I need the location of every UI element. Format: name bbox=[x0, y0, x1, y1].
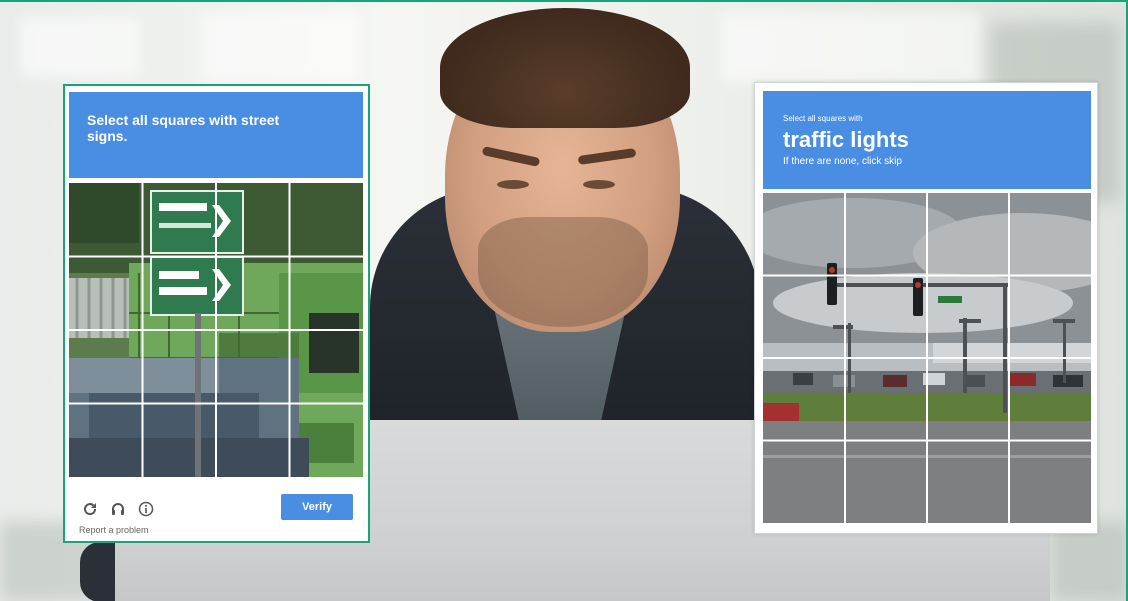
captcha-tile[interactable] bbox=[290, 330, 364, 404]
captcha-tile[interactable] bbox=[216, 183, 290, 257]
captcha-tile[interactable] bbox=[143, 404, 217, 478]
captcha-tile[interactable] bbox=[763, 358, 845, 441]
captcha-tile[interactable] bbox=[927, 276, 1009, 359]
captcha-tile[interactable] bbox=[290, 257, 364, 331]
captcha-tile[interactable] bbox=[927, 358, 1009, 441]
captcha-header: Select all squares with street signs. bbox=[69, 92, 363, 178]
captcha-image-grid bbox=[69, 183, 363, 477]
reload-icon[interactable] bbox=[81, 500, 99, 518]
captcha-tile[interactable] bbox=[845, 193, 927, 276]
captcha-tile[interactable] bbox=[69, 183, 143, 257]
captcha-tile[interactable] bbox=[1009, 193, 1091, 276]
background-window bbox=[200, 12, 360, 82]
man-eye bbox=[583, 180, 615, 189]
captcha-tile[interactable] bbox=[290, 404, 364, 478]
info-icon[interactable] bbox=[137, 500, 155, 518]
background-window bbox=[720, 12, 980, 82]
captcha-tile[interactable] bbox=[845, 358, 927, 441]
captcha-tile[interactable] bbox=[143, 183, 217, 257]
captcha-tile[interactable] bbox=[69, 257, 143, 331]
captcha-tile[interactable] bbox=[763, 441, 845, 524]
captcha-tile[interactable] bbox=[1009, 358, 1091, 441]
captcha-image-grid bbox=[763, 193, 1091, 523]
captcha-instruction-target: traffic lights bbox=[783, 127, 909, 152]
man-hair bbox=[440, 8, 690, 128]
captcha-tile[interactable] bbox=[143, 257, 217, 331]
captcha-tile[interactable] bbox=[216, 404, 290, 478]
captcha-instruction-small: Select all squares with bbox=[783, 114, 863, 123]
captcha-tile[interactable] bbox=[1009, 276, 1091, 359]
captcha-instruction: Select all squares with street signs. bbox=[87, 112, 280, 144]
captcha-street-signs: Select all squares with street signs. Ve… bbox=[63, 84, 370, 543]
man-eye bbox=[497, 180, 529, 189]
captcha-tile[interactable] bbox=[69, 330, 143, 404]
captcha-traffic-lights: Select all squares with traffic lights I… bbox=[754, 82, 1098, 534]
captcha-tile[interactable] bbox=[290, 183, 364, 257]
captcha-tile[interactable] bbox=[216, 257, 290, 331]
captcha-footer-icons bbox=[81, 500, 155, 518]
captcha-header: Select all squares with traffic lights I… bbox=[763, 91, 1091, 189]
man-beard bbox=[478, 217, 648, 327]
captcha-tile[interactable] bbox=[927, 441, 1009, 524]
audio-icon[interactable] bbox=[109, 500, 127, 518]
background-window bbox=[20, 17, 140, 77]
captcha-tile[interactable] bbox=[1009, 441, 1091, 524]
verify-button[interactable]: Verify bbox=[281, 494, 353, 520]
captcha-tile[interactable] bbox=[763, 193, 845, 276]
captcha-tile[interactable] bbox=[143, 330, 217, 404]
captcha-tile[interactable] bbox=[927, 193, 1009, 276]
captcha-tile[interactable] bbox=[845, 276, 927, 359]
report-problem-link[interactable]: Report a problem bbox=[79, 525, 149, 535]
captcha-tile[interactable] bbox=[763, 276, 845, 359]
captcha-tile[interactable] bbox=[216, 330, 290, 404]
scene: Select all squares with street signs. Ve… bbox=[0, 0, 1128, 601]
captcha-instruction-hint: If there are none, click skip bbox=[783, 156, 902, 167]
captcha-tile[interactable] bbox=[845, 441, 927, 524]
captcha-tile[interactable] bbox=[69, 404, 143, 478]
